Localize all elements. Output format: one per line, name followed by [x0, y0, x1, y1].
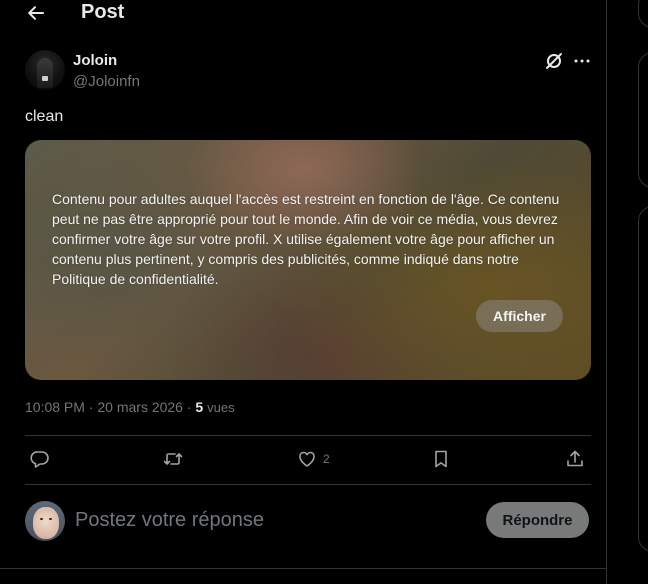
author-display-name[interactable]: Joloin — [73, 52, 117, 69]
author-handle[interactable]: @Joloinfn — [73, 73, 140, 90]
retweet-button[interactable] — [163, 448, 183, 470]
more-icon[interactable] — [572, 51, 592, 71]
arrow-left-icon — [28, 6, 44, 20]
sidebar-card — [638, 206, 648, 552]
views-count: 5 — [195, 399, 204, 415]
reply-icon — [30, 451, 49, 468]
bookmark-button[interactable] — [431, 448, 451, 470]
post-text: clean — [25, 108, 64, 125]
media-warning-text: Contenu pour adultes auquel l'accès est … — [52, 191, 560, 287]
reply-input[interactable] — [75, 509, 465, 532]
sidebar-card — [638, 52, 648, 188]
author-avatar[interactable] — [25, 50, 65, 90]
share-button[interactable] — [565, 448, 585, 470]
sensitive-media[interactable]: Contenu pour adultes auquel l'accès est … — [25, 140, 591, 380]
divider — [25, 484, 591, 485]
reply-submit-button[interactable]: Répondre — [486, 502, 589, 538]
post-header: Post — [0, 0, 606, 28]
grok-icon[interactable] — [544, 51, 564, 71]
divider — [0, 568, 606, 569]
share-icon — [567, 450, 583, 467]
like-count: 2 — [323, 452, 330, 466]
post-meta: 10:08 PM · 20 mars 2026 · 5 vues — [25, 399, 235, 415]
retweet-icon — [163, 453, 183, 465]
views-label: vues — [207, 400, 235, 415]
sidebar-search-box[interactable] — [638, 0, 648, 28]
divider — [25, 435, 591, 436]
post-column: Post Joloin @Joloinfn clean Contenu pour… — [0, 0, 607, 584]
page-title: Post — [81, 1, 125, 23]
user-avatar[interactable] — [25, 501, 65, 541]
bookmark-icon — [435, 450, 447, 468]
show-media-button[interactable]: Afficher — [476, 300, 563, 332]
reply-button[interactable] — [30, 448, 50, 470]
like-button[interactable]: 2 — [297, 448, 330, 470]
back-button[interactable] — [26, 3, 46, 23]
heart-icon — [299, 451, 315, 467]
post-timestamp[interactable]: 10:08 PM · 20 mars 2026 · — [25, 399, 195, 415]
